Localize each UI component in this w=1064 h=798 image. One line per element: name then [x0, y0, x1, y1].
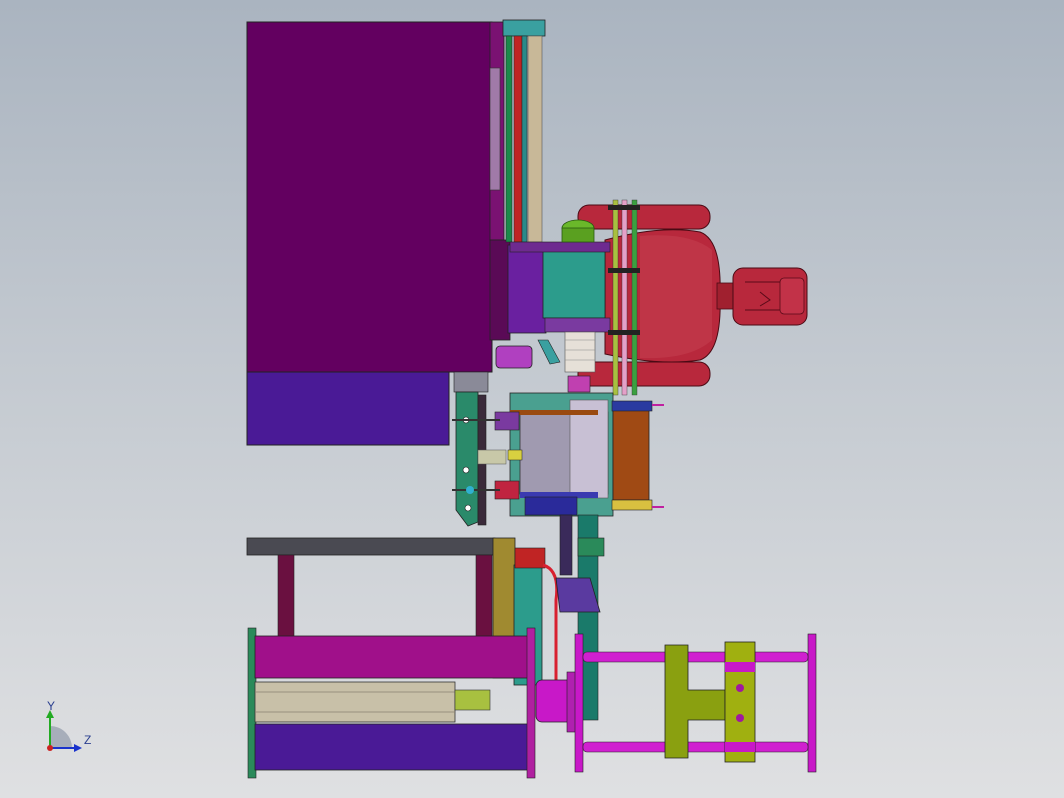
cable-clamp-3[interactable] — [608, 330, 640, 335]
mount-hole-2 — [462, 466, 470, 474]
robot-torso-shade — [640, 235, 712, 359]
pink-cap[interactable] — [567, 375, 591, 393]
triad-z-arrow — [74, 744, 82, 752]
dark-riser[interactable] — [559, 514, 573, 576]
press-upper-block[interactable] — [254, 635, 531, 679]
slide-block[interactable] — [577, 537, 605, 557]
machine-assembly-model[interactable]: Y Z — [0, 0, 1064, 798]
robot-neck[interactable] — [716, 282, 736, 310]
fitting-cyan[interactable] — [466, 486, 474, 494]
cable-pink[interactable] — [621, 199, 628, 396]
coordinate-triad: Y Z — [46, 699, 91, 752]
triad-y-label: Y — [47, 699, 55, 713]
drive-housing-teal[interactable] — [542, 249, 606, 319]
triad-quarter-disc — [50, 726, 72, 748]
press-assembly[interactable] — [247, 627, 578, 779]
robot-upper-arm[interactable] — [577, 204, 711, 230]
green-gear-body[interactable] — [561, 227, 595, 243]
right-clamp-frame[interactable] — [574, 633, 817, 773]
rod-tan[interactable] — [527, 35, 543, 243]
cabinet-base[interactable] — [246, 371, 450, 446]
table-leg-left[interactable] — [277, 554, 295, 638]
olive-bolt-1 — [736, 684, 744, 692]
mount-hole-3 — [464, 504, 472, 512]
frame-post-right[interactable] — [807, 633, 817, 773]
cable-clamp-1[interactable] — [608, 205, 640, 210]
rod-red[interactable] — [513, 35, 523, 243]
press-lower-block[interactable] — [254, 723, 531, 771]
robot-head-plate — [779, 277, 805, 315]
spring-stack[interactable] — [477, 449, 507, 465]
cable-green[interactable] — [631, 199, 638, 396]
fixture-bottom-block[interactable] — [524, 496, 578, 516]
robot[interactable] — [577, 204, 808, 387]
triad-z-label: Z — [84, 733, 91, 747]
frame-bottom-cap[interactable] — [725, 742, 755, 752]
press-end-plate-right[interactable] — [526, 627, 536, 779]
drive-top-plate[interactable] — [509, 241, 611, 253]
cable-olive[interactable] — [612, 199, 619, 396]
frame-top-cap[interactable] — [725, 662, 755, 672]
lower-table[interactable] — [246, 537, 496, 638]
cabinet-lower-side[interactable] — [489, 239, 511, 341]
cabinet-door-panel[interactable] — [489, 67, 501, 191]
table-top[interactable] — [246, 537, 496, 556]
robot-lower-arm[interactable] — [577, 361, 711, 387]
fixture-left-bracket[interactable] — [453, 371, 489, 393]
rod-top-bracket[interactable] — [502, 19, 546, 37]
rod-teal[interactable] — [521, 35, 528, 243]
cad-viewport[interactable]: Y Z — [0, 0, 1064, 798]
triad-x-dot — [47, 745, 53, 751]
frame-post-left[interactable] — [574, 633, 584, 773]
magenta-pulley[interactable] — [495, 345, 533, 369]
fixture-top-rail[interactable] — [510, 410, 598, 415]
teal-wedge[interactable] — [537, 339, 561, 365]
table-leg-right[interactable] — [475, 554, 493, 638]
column-head[interactable] — [514, 547, 546, 569]
frame-rail-top[interactable] — [582, 651, 809, 663]
air-cylinder[interactable] — [254, 681, 456, 723]
frame-rail-bottom[interactable] — [582, 741, 809, 753]
bearing-stack[interactable] — [564, 331, 596, 373]
cable-clamp-2[interactable] — [608, 268, 640, 273]
vertical-rod-assembly[interactable] — [502, 19, 546, 243]
yellow-sensor[interactable] — [507, 449, 523, 461]
cabinet-body[interactable] — [246, 21, 493, 373]
cylinder-fitting[interactable] — [454, 689, 491, 711]
drive-housing-purple[interactable] — [507, 244, 547, 334]
robot-drive-unit[interactable] — [495, 219, 611, 393]
fixture-brown-plate[interactable] — [612, 407, 650, 501]
olive-bolt-2 — [736, 714, 744, 722]
red-hose[interactable] — [542, 563, 559, 680]
fixture-bottom-cap[interactable] — [611, 499, 653, 511]
fixture-top-cap[interactable] — [611, 400, 653, 412]
rod-green[interactable] — [505, 35, 513, 243]
robot-base-ring[interactable] — [544, 317, 611, 333]
